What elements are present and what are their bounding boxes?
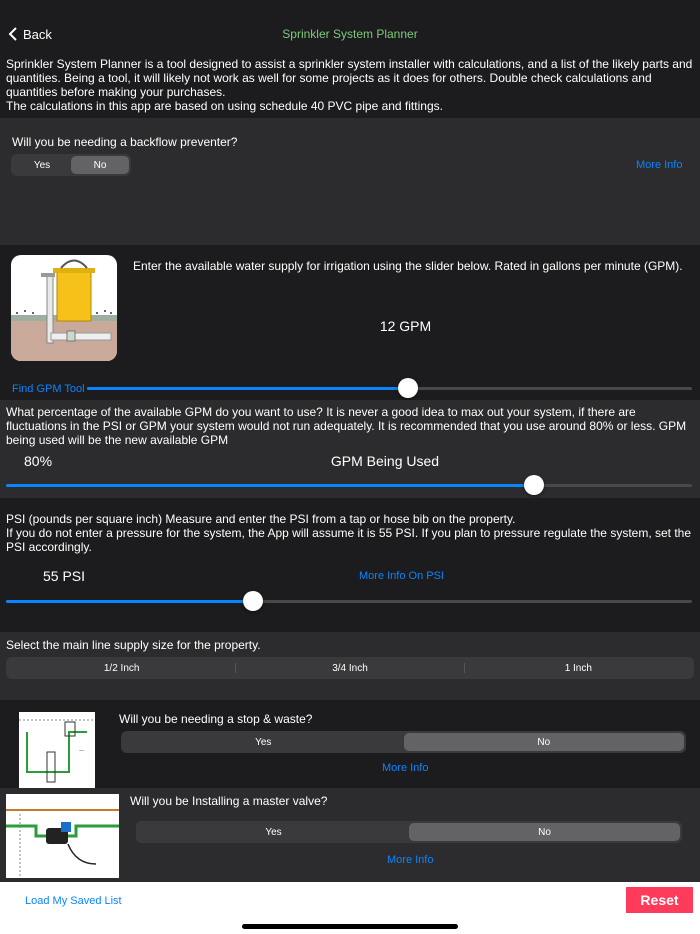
water-supply-image bbox=[11, 255, 117, 361]
percentage-instruction: What percentage of the available GPM do … bbox=[6, 405, 687, 447]
stopwaste-question: Will you be needing a stop & waste? bbox=[119, 712, 313, 726]
stopwaste-no-option[interactable]: No bbox=[403, 733, 684, 751]
bucket-faucet-illustration bbox=[11, 259, 117, 361]
intro-paragraph: Sprinkler System Planner is a tool desig… bbox=[6, 57, 693, 99]
find-gpm-tool-link[interactable]: Find GPM Tool bbox=[12, 383, 85, 395]
master-valve-image bbox=[6, 794, 119, 878]
stopwaste-segmented-control: Yes No bbox=[121, 731, 686, 753]
navigation-bar bbox=[0, 0, 700, 52]
reset-button[interactable]: Reset bbox=[626, 887, 693, 913]
mainline-segmented-control: 1/2 Inch 3/4 Inch 1 Inch bbox=[6, 657, 694, 679]
svg-text:—: — bbox=[79, 748, 84, 754]
backflow-yes-option[interactable]: Yes bbox=[13, 156, 71, 174]
mainline-section: Select the main line supply size for the… bbox=[0, 632, 700, 700]
gpm-being-used-label: GPM Being Used bbox=[330, 453, 440, 469]
percentage-section: What percentage of the available GPM do … bbox=[0, 400, 700, 498]
percentage-slider-thumb[interactable] bbox=[524, 475, 545, 495]
stop-waste-image: — bbox=[19, 712, 95, 788]
psi-more-info-link[interactable]: More Info On PSI bbox=[359, 570, 444, 582]
stopwaste-yes-option[interactable]: Yes bbox=[123, 733, 404, 751]
psi-slider[interactable] bbox=[6, 591, 692, 611]
backflow-more-info-link[interactable]: More Info bbox=[636, 159, 682, 171]
mainline-one-inch-option[interactable]: 1 Inch bbox=[465, 659, 692, 677]
psi-instruction-1: PSI (pounds per square inch) Measure and… bbox=[6, 512, 516, 526]
gpm-slider[interactable] bbox=[87, 378, 692, 398]
mastervalve-section: Will you be Installing a master valve? Y… bbox=[0, 788, 700, 882]
page-title: Sprinkler System Planner bbox=[282, 27, 418, 41]
mastervalve-more-info-link[interactable]: More Info bbox=[387, 854, 433, 866]
mainline-three-quarter-inch-option[interactable]: 3/4 Inch bbox=[236, 659, 463, 677]
mainline-half-inch-option[interactable]: 1/2 Inch bbox=[8, 659, 235, 677]
gpm-slider-fill bbox=[87, 387, 408, 390]
mastervalve-yes-option[interactable]: Yes bbox=[138, 823, 409, 841]
percentage-value: 80% bbox=[24, 453, 53, 469]
intro-note: The calculations in this app are based o… bbox=[6, 99, 443, 113]
percentage-slider[interactable] bbox=[6, 475, 692, 495]
gpm-section: Enter the available water supply for irr… bbox=[0, 245, 700, 400]
backflow-segmented-control: Yes No bbox=[11, 154, 131, 176]
backflow-section: Will you be needing a backflow preventer… bbox=[0, 118, 700, 245]
psi-value: 55 PSI bbox=[43, 568, 86, 584]
home-indicator bbox=[242, 924, 458, 929]
psi-slider-thumb[interactable] bbox=[242, 591, 263, 611]
psi-instruction-2: If you do not enter a pressure for the s… bbox=[6, 526, 692, 554]
stop-waste-diagram: — bbox=[19, 719, 95, 783]
gpm-slider-thumb[interactable] bbox=[397, 378, 418, 398]
load-saved-list-button[interactable]: Load My Saved List bbox=[25, 895, 122, 907]
gpm-value: 12 GPM bbox=[379, 318, 432, 334]
psi-slider-fill bbox=[6, 600, 253, 603]
gpm-instruction: Enter the available water supply for irr… bbox=[133, 259, 683, 273]
psi-section: PSI (pounds per square inch) Measure and… bbox=[0, 498, 700, 632]
backflow-no-option[interactable]: No bbox=[71, 156, 129, 174]
master-valve-diagram bbox=[6, 809, 119, 878]
mastervalve-no-option[interactable]: No bbox=[409, 823, 680, 841]
intro-section: Sprinkler System Planner is a tool desig… bbox=[0, 52, 700, 118]
mastervalve-segmented-control: Yes No bbox=[136, 821, 682, 843]
percentage-slider-fill bbox=[6, 484, 535, 487]
mainline-question: Select the main line supply size for the… bbox=[6, 638, 261, 652]
mastervalve-question: Will you be Installing a master valve? bbox=[130, 794, 328, 808]
backflow-question: Will you be needing a backflow preventer… bbox=[12, 135, 238, 149]
stopwaste-more-info-link[interactable]: More Info bbox=[382, 762, 428, 774]
stopwaste-section: — Will you be needing a stop & waste? Ye… bbox=[0, 700, 700, 788]
